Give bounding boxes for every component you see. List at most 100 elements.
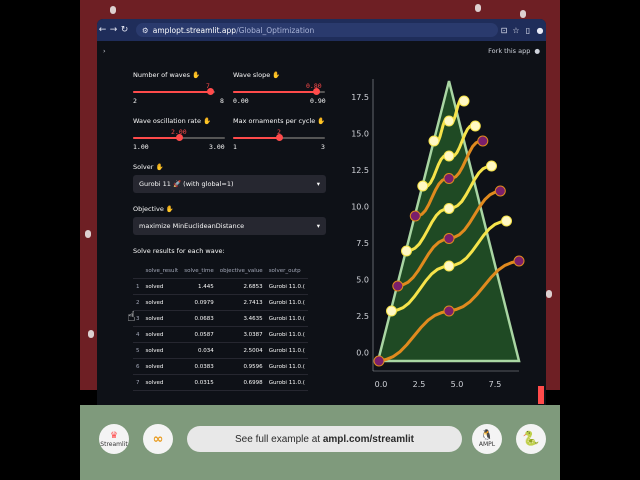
results-heading: Solve results for each wave: xyxy=(133,247,225,255)
see-example-link[interactable]: See full example at ampl.com/streamlit xyxy=(187,426,462,452)
table-cell: 0.0383 xyxy=(181,358,217,375)
waves-min: 2 xyxy=(133,97,137,105)
ornaments-slider[interactable]: Max ornaments per cycle ✋ 2 1 3 xyxy=(233,117,327,151)
slope-slider[interactable]: Wave slope ✋ 0.80 0.00 0.90 xyxy=(233,71,327,105)
ornament xyxy=(428,135,440,147)
table-cell: 2.5004 xyxy=(216,342,266,359)
objective-value: maximize MinEuclideanDistance xyxy=(139,222,245,230)
objective-select-group: Objective ✋ maximize MinEuclideanDistanc… xyxy=(133,205,327,245)
table-cell: 5 xyxy=(133,342,143,359)
chevron-down-icon: ▾ xyxy=(316,222,320,230)
table-cell: Gurobi 11.0.( xyxy=(265,374,308,391)
url-path: /Global_Optimization xyxy=(236,25,315,35)
table-cell: solved xyxy=(142,278,182,295)
ornament xyxy=(443,115,455,127)
oscillation-slider-handle[interactable] xyxy=(176,134,183,141)
help-icon[interactable]: ✋ xyxy=(166,205,174,213)
ornament xyxy=(513,255,525,267)
pill-text: See full example at xyxy=(235,433,321,445)
sidebar-icon[interactable]: ▯ xyxy=(522,26,534,35)
y-tick-label: 7.5 xyxy=(356,239,369,248)
install-icon[interactable]: ⊡ xyxy=(498,26,510,35)
fork-label: Fork this app xyxy=(488,47,531,55)
table-cell: 7 xyxy=(133,374,143,391)
results-table-container[interactable]: solve_result solve_time objective_value sol… xyxy=(133,263,325,391)
address-bar[interactable]: ⚙ amplopt.streamlit.app/Global_Optimizat… xyxy=(136,23,498,37)
expand-sidebar-icon[interactable]: › xyxy=(103,47,106,55)
table-cell: Gurobi 11.0.( xyxy=(265,278,308,295)
ornament xyxy=(443,260,455,272)
infinity-logo-icon[interactable]: ∞ xyxy=(143,424,173,454)
results-table: solve_result solve_time objective_value sol… xyxy=(133,263,308,391)
back-icon[interactable]: ← xyxy=(97,25,108,35)
site-info-icon[interactable]: ⚙ xyxy=(142,26,149,35)
profile-icon[interactable]: ● xyxy=(534,26,546,35)
solver-value: Gurobi 11 🚀 (with global=1) xyxy=(139,180,234,188)
ornament xyxy=(494,185,506,197)
browser-window: ← → ↻ ⚙ amplopt.streamlit.app/Global_Opt… xyxy=(97,19,546,407)
snowflake xyxy=(110,6,116,14)
table-cell: Gurobi 11.0.( xyxy=(265,342,308,359)
column-header[interactable] xyxy=(133,263,143,279)
table-cell: 2.7413 xyxy=(216,294,266,311)
slope-slider-handle[interactable] xyxy=(313,88,320,95)
help-icon[interactable]: ✋ xyxy=(203,117,211,125)
ampl-logo[interactable]: 🐧 AMPL xyxy=(472,424,502,454)
table-row[interactable]: 5 solved 0.034 2.5004 Gurobi 11.0.( xyxy=(133,342,308,359)
hand-cursor-icon: ☝ xyxy=(127,309,136,325)
ornament xyxy=(477,135,489,147)
table-row[interactable]: 3 solved 0.0683 3.4635 Gurobi 11.0.( xyxy=(133,310,308,327)
penguin-icon: 🐧 xyxy=(480,430,494,441)
ornament xyxy=(386,305,397,317)
python-logo-icon[interactable]: 🐍 xyxy=(516,424,546,454)
snowflake xyxy=(475,4,481,12)
table-cell: 3.0387 xyxy=(216,326,266,343)
bookmark-star-icon[interactable]: ☆ xyxy=(510,26,522,35)
column-header[interactable]: solver_outp xyxy=(265,263,308,279)
table-row[interactable]: 2 solved 0.0979 2.7413 Gurobi 11.0.( xyxy=(133,294,308,311)
help-icon[interactable]: ✋ xyxy=(272,71,280,79)
ornament xyxy=(443,233,455,244)
table-cell: 0.0683 xyxy=(181,310,217,327)
column-header[interactable]: solve_result xyxy=(142,263,182,279)
forward-icon[interactable]: → xyxy=(108,25,119,35)
github-icon: ● xyxy=(534,47,540,55)
x-tick-label: 2.5 xyxy=(413,380,426,389)
ornament xyxy=(443,150,455,162)
oscillation-slider[interactable]: Wave oscillation rate ✋ 2.00 1.00 3.00 xyxy=(133,117,225,151)
slider-row-1: Number of waves ✋ 7 2 8 Wave slope ✋ 0.8… xyxy=(133,71,327,107)
table-row[interactable]: 6 solved 0.0383 0.9596 Gurobi 11.0.( xyxy=(133,358,308,375)
table-cell: 0.0587 xyxy=(181,326,217,343)
streamlit-logo[interactable]: ♛ Streamlit xyxy=(99,424,129,454)
waves-slider[interactable]: Number of waves ✋ 7 2 8 xyxy=(133,71,225,105)
browser-toolbar: ← → ↻ ⚙ amplopt.streamlit.app/Global_Opt… xyxy=(97,19,546,41)
table-cell: Gurobi 11.0.( xyxy=(265,294,308,311)
solver-select-group: Solver ✋ Gurobi 11 🚀 (with global=1) ▾ xyxy=(133,163,327,203)
x-tick-label: 5.0 xyxy=(451,380,464,389)
table-row[interactable]: 4 solved 0.0587 3.0387 Gurobi 11.0.( xyxy=(133,326,308,343)
reload-icon[interactable]: ↻ xyxy=(119,25,130,35)
x-tick-label: 0.0 xyxy=(375,380,388,389)
controls-panel: Number of waves ✋ 7 2 8 Wave slope ✋ 0.8… xyxy=(127,71,327,391)
table-row[interactable]: 7 solved 0.0315 0.6998 Gurobi 11.0.( xyxy=(133,374,308,391)
objective-select[interactable]: maximize MinEuclideanDistance ▾ xyxy=(133,217,326,235)
column-header[interactable]: objective_value xyxy=(216,263,266,279)
oscillation-max: 3.00 xyxy=(209,143,225,151)
help-icon[interactable]: ✋ xyxy=(192,71,200,79)
solver-label: Solver ✋ xyxy=(133,163,164,171)
app-header: › Fork this app ● xyxy=(97,41,546,61)
column-header[interactable]: solve_time xyxy=(181,263,217,279)
waves-slider-handle[interactable] xyxy=(207,88,214,95)
y-tick-label: 2.5 xyxy=(356,312,369,321)
help-icon[interactable]: ✋ xyxy=(317,117,325,125)
solver-select[interactable]: Gurobi 11 🚀 (with global=1) ▾ xyxy=(133,175,326,193)
fork-app-button[interactable]: Fork this app ● xyxy=(488,47,540,55)
table-row[interactable]: 1 solved 1.445 2.6853 Gurobi 11.0.( xyxy=(133,278,308,295)
ornaments-slider-handle[interactable] xyxy=(276,134,283,141)
table-cell: 3.4635 xyxy=(216,310,266,327)
ornament xyxy=(392,280,404,292)
y-tick-label: 5.0 xyxy=(356,276,369,285)
y-tick-label: 17.5 xyxy=(351,93,369,102)
help-icon[interactable]: ✋ xyxy=(156,163,164,171)
table-cell: 1.445 xyxy=(181,278,217,295)
